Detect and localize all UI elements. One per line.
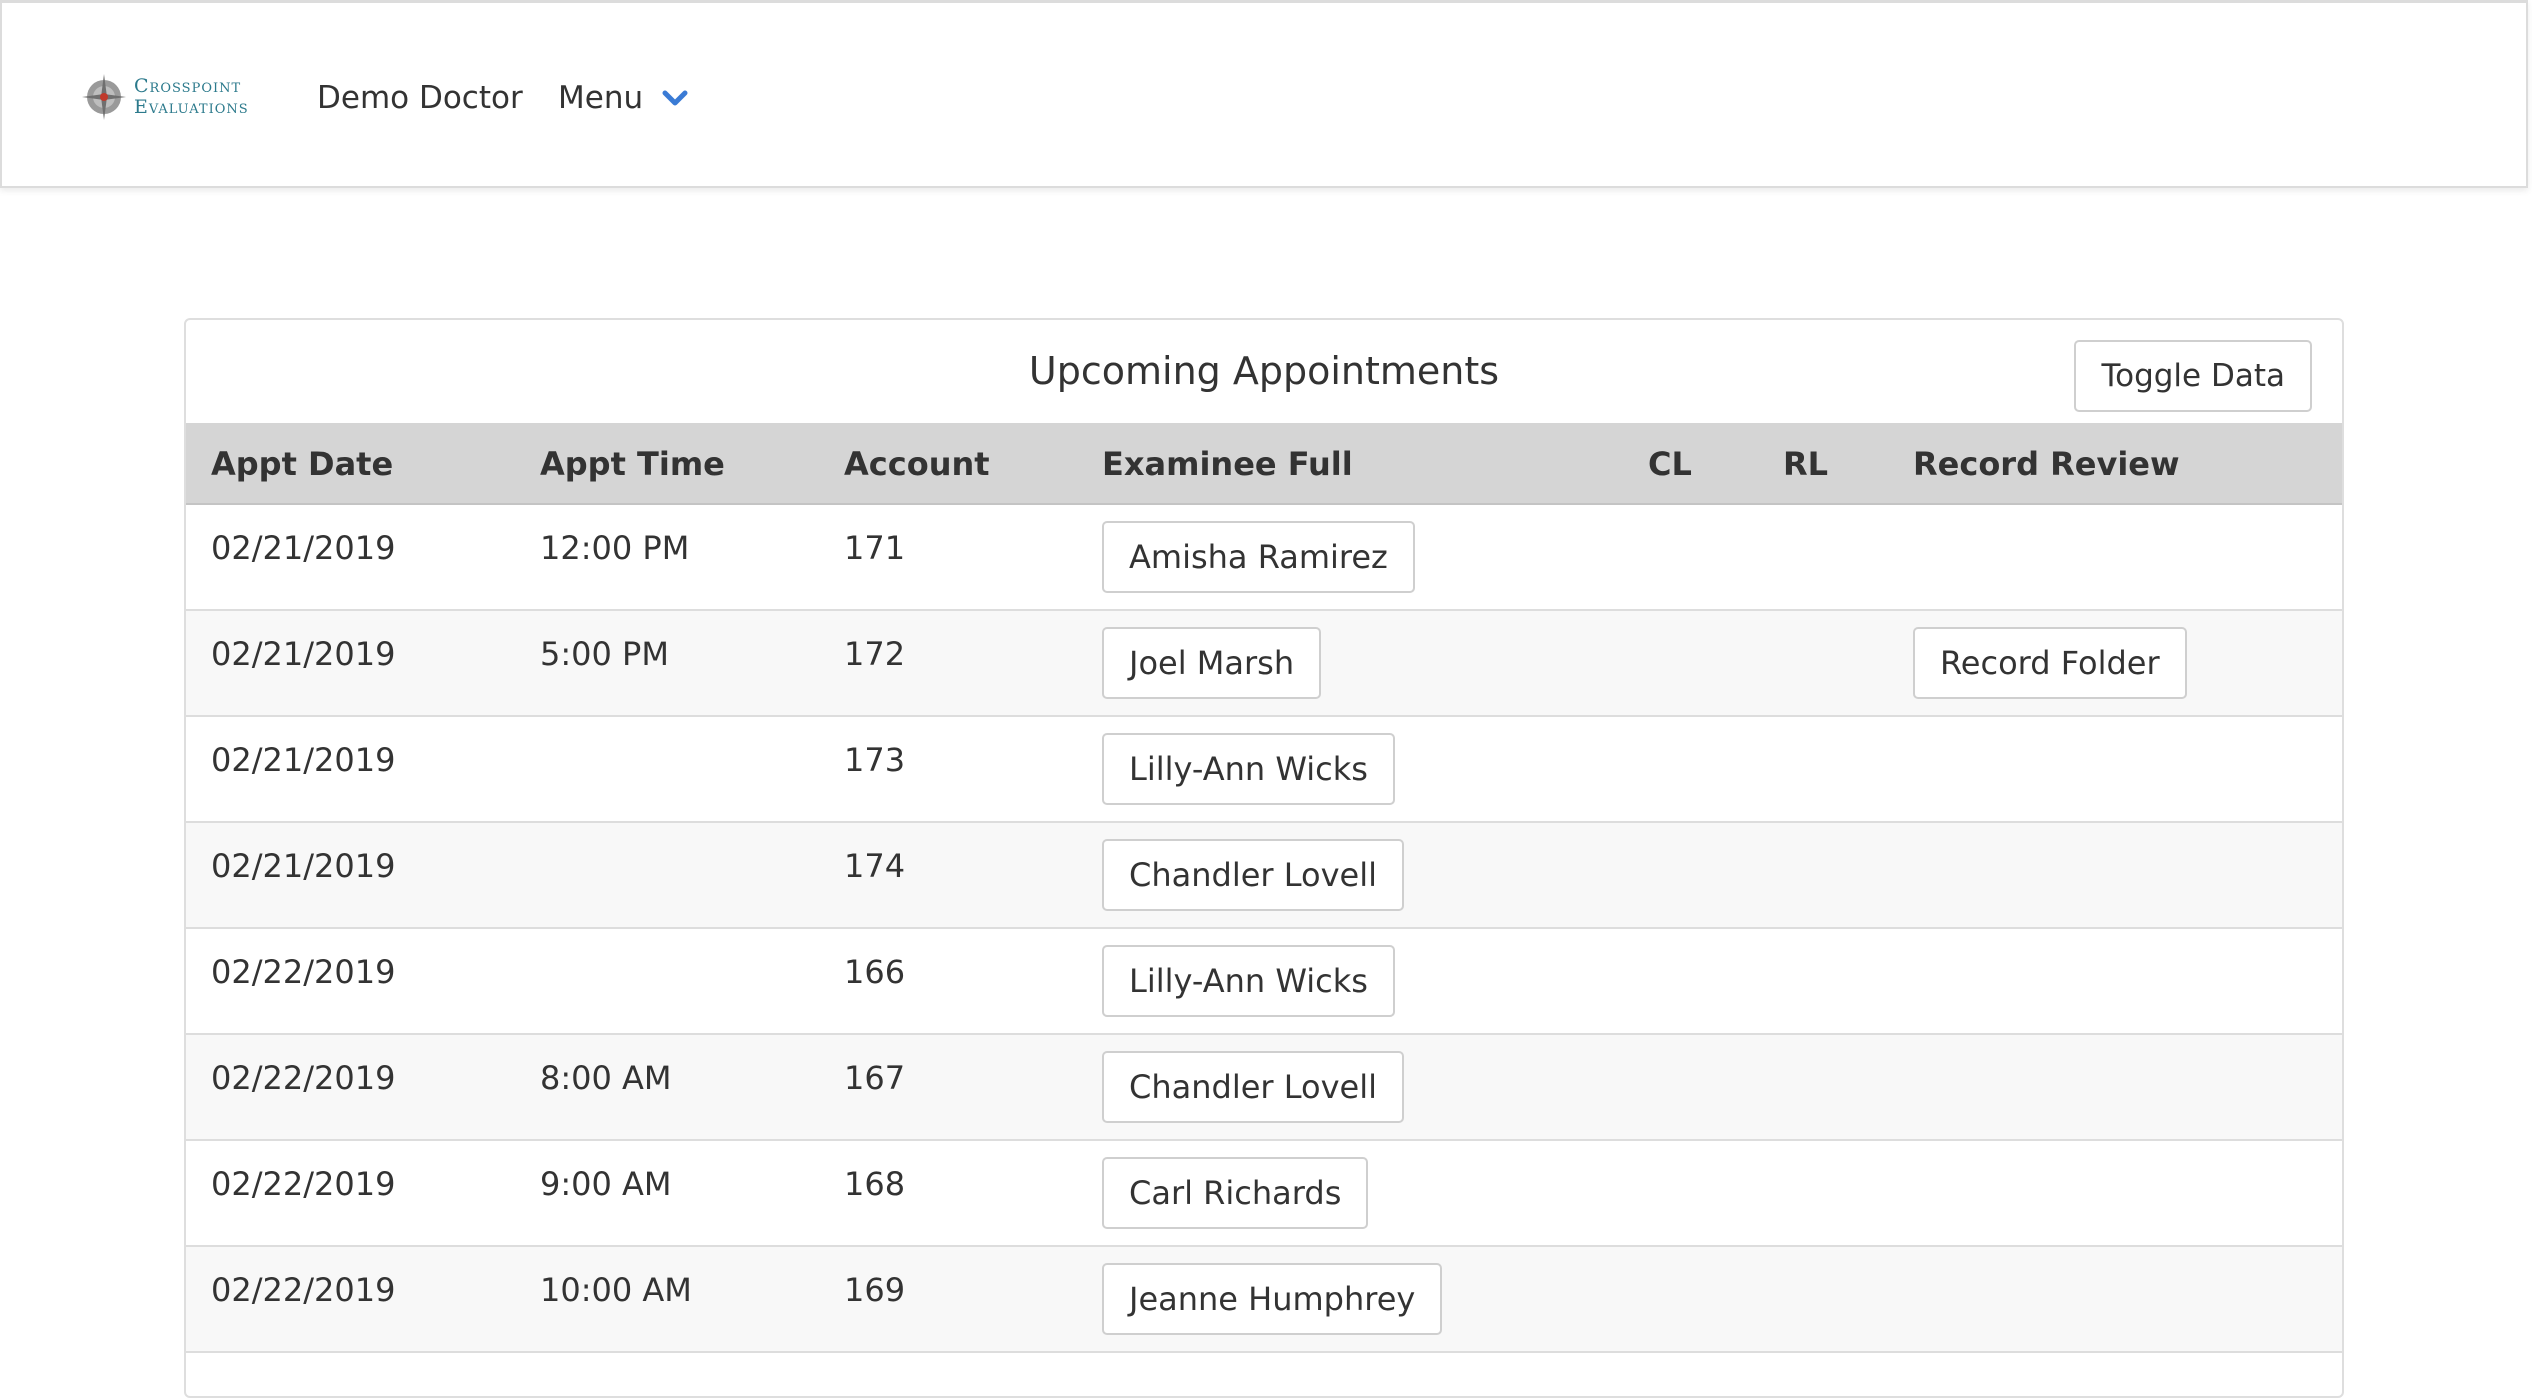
column-header-appt-time[interactable]: Appt Time xyxy=(540,423,725,505)
examinee-button[interactable]: Lilly-Ann Wicks xyxy=(1102,733,1395,805)
brand-wordmark: Crosspoint Evaluations xyxy=(134,76,249,118)
cell-appt-date: 02/22/2019 xyxy=(211,1059,396,1097)
table-row: 02/22/2019 8:00 AM 167 Chandler Lovell xyxy=(186,1035,2342,1141)
cell-appt-date: 02/22/2019 xyxy=(211,1271,396,1309)
column-header-rl[interactable]: RL xyxy=(1783,423,1828,505)
cell-appt-date: 02/21/2019 xyxy=(211,529,396,567)
table-row: 02/21/2019 12:00 PM 171 Amisha Ramirez xyxy=(186,505,2342,611)
column-header-record-review[interactable]: Record Review xyxy=(1913,423,2180,505)
cell-account: 167 xyxy=(844,1059,906,1097)
cell-appt-date: 02/22/2019 xyxy=(211,1165,396,1203)
table-row: 02/22/2019 9:00 AM 168 Carl Richards xyxy=(186,1141,2342,1247)
examinee-button[interactable]: Lilly-Ann Wicks xyxy=(1102,945,1395,1017)
cell-appt-date: 02/21/2019 xyxy=(211,741,396,779)
cell-appt-time: 10:00 AM xyxy=(540,1271,692,1309)
brand-line-1: Crosspoint xyxy=(134,75,242,97)
table-header: Appt Date Appt Time Account Examinee Ful… xyxy=(186,423,2342,505)
cell-account: 166 xyxy=(844,953,906,991)
compass-logo-icon xyxy=(82,74,126,120)
brand-line-2: Evaluations xyxy=(134,96,249,118)
column-header-cl[interactable]: CL xyxy=(1648,423,1692,505)
cell-appt-time: 5:00 PM xyxy=(540,635,669,673)
nav-menu-dropdown[interactable]: Menu xyxy=(558,73,689,123)
cell-appt-date: 02/22/2019 xyxy=(211,953,396,991)
toggle-data-button[interactable]: Toggle Data xyxy=(2074,340,2312,412)
table-row: 02/22/2019 166 Lilly-Ann Wicks xyxy=(186,929,2342,1035)
table-row: 02/21/2019 174 Chandler Lovell xyxy=(186,823,2342,929)
cell-account: 169 xyxy=(844,1271,906,1309)
top-navbar: Crosspoint Evaluations Demo Doctor Menu xyxy=(0,0,2528,188)
chevron-down-icon xyxy=(662,90,688,106)
examinee-button[interactable]: Amisha Ramirez xyxy=(1102,521,1415,593)
table-row: 02/22/2019 10:00 AM 169 Jeanne Humphrey xyxy=(186,1247,2342,1353)
table-row: 02/21/2019 173 Lilly-Ann Wicks xyxy=(186,717,2342,823)
examinee-button[interactable]: Joel Marsh xyxy=(1102,627,1322,699)
nav-user-link[interactable]: Demo Doctor xyxy=(317,73,523,123)
column-header-account[interactable]: Account xyxy=(844,423,990,505)
panel-title: Upcoming Appointments xyxy=(1028,349,1500,393)
column-header-appt-date[interactable]: Appt Date xyxy=(211,423,393,505)
examinee-button[interactable]: Carl Richards xyxy=(1102,1157,1369,1229)
column-header-examinee[interactable]: Examinee Full xyxy=(1102,423,1353,505)
appointments-panel: Upcoming Appointments Toggle Data Appt D… xyxy=(184,318,2344,1398)
cell-account: 174 xyxy=(844,847,906,885)
cell-account: 168 xyxy=(844,1165,906,1203)
cell-account: 172 xyxy=(844,635,906,673)
appointments-table: Appt Date Appt Time Account Examinee Ful… xyxy=(186,423,2342,1353)
cell-appt-time: 9:00 AM xyxy=(540,1165,672,1203)
examinee-button[interactable]: Chandler Lovell xyxy=(1102,1051,1404,1123)
record-folder-button[interactable]: Record Folder xyxy=(1913,627,2187,699)
brand-logo[interactable]: Crosspoint Evaluations xyxy=(82,71,249,123)
examinee-button[interactable]: Chandler Lovell xyxy=(1102,839,1404,911)
menu-label: Menu xyxy=(558,80,644,116)
cell-account: 173 xyxy=(844,741,906,779)
table-row: 02/21/2019 5:00 PM 172 Joel Marsh Record Fol… xyxy=(186,611,2342,717)
cell-appt-time: 12:00 PM xyxy=(540,529,690,567)
examinee-button[interactable]: Jeanne Humphrey xyxy=(1102,1263,1443,1335)
cell-appt-date: 02/21/2019 xyxy=(211,635,396,673)
cell-account: 171 xyxy=(844,529,906,567)
table-body: 02/21/2019 12:00 PM 171 Amisha Ramirez 02/21… xyxy=(186,505,2342,1353)
cell-appt-time: 8:00 AM xyxy=(540,1059,672,1097)
cell-appt-date: 02/21/2019 xyxy=(211,847,396,885)
